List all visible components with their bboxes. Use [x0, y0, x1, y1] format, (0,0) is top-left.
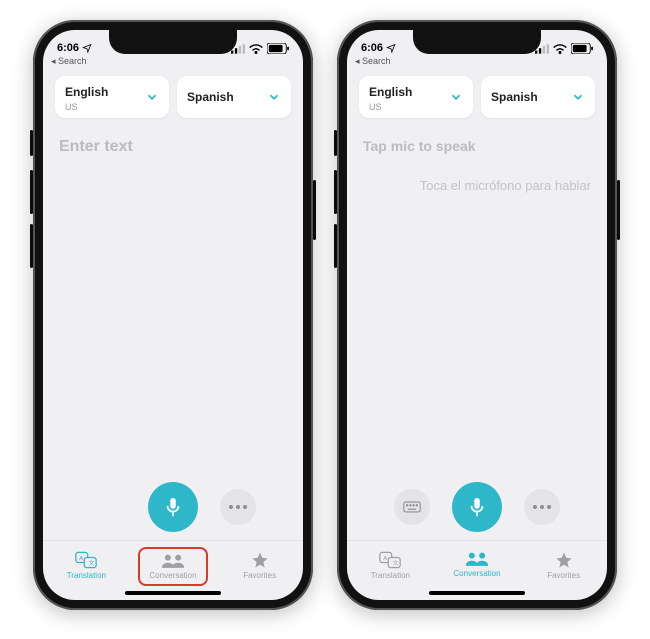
- notch: [109, 30, 237, 54]
- mic-icon: [466, 496, 488, 518]
- source-language-name: English: [65, 85, 108, 99]
- back-app-label: Search: [362, 56, 391, 66]
- source-language-name: English: [369, 85, 412, 99]
- source-language-selector[interactable]: English US: [359, 76, 473, 118]
- home-indicator[interactable]: [429, 591, 525, 595]
- language-selector-row: English US Spanish: [359, 76, 595, 118]
- text-input-placeholder[interactable]: Enter text: [55, 132, 291, 162]
- conversation-prompt-secondary: Toca el micrófono para hablar: [359, 178, 595, 193]
- mute-switch: [30, 130, 33, 156]
- tab-bar: A文 Translation Conversation Favorites: [347, 540, 607, 600]
- keyboard-icon: [403, 501, 421, 513]
- language-selector-row: English US Spanish: [55, 76, 291, 118]
- translation-icon: A文: [75, 551, 97, 569]
- target-language-selector[interactable]: Spanish: [481, 76, 595, 118]
- source-language-sub: US: [369, 102, 412, 112]
- chevron-down-icon: [267, 90, 281, 104]
- wifi-icon: [553, 44, 567, 54]
- battery-icon: [267, 43, 289, 54]
- ellipsis-icon: [229, 505, 247, 509]
- volume-down: [30, 224, 33, 268]
- tab-label: Translation: [67, 571, 106, 580]
- location-icon: [386, 43, 396, 53]
- mic-icon: [162, 496, 184, 518]
- volume-up: [334, 170, 337, 214]
- tab-label: Favorites: [547, 571, 580, 580]
- phone-frame-right: 6:06 ◂ Search English US: [337, 20, 617, 610]
- chevron-down-icon: [571, 90, 585, 104]
- mic-button[interactable]: [148, 482, 198, 532]
- tab-label: Favorites: [243, 571, 276, 580]
- back-to-app[interactable]: ◂ Search: [355, 56, 391, 67]
- volume-up: [30, 170, 33, 214]
- power-button: [313, 180, 316, 240]
- tab-favorites[interactable]: Favorites: [225, 547, 295, 584]
- status-time: 6:06: [361, 42, 383, 54]
- keyboard-button[interactable]: [394, 489, 430, 525]
- screen: 6:06 ◂ Search English US: [43, 30, 303, 600]
- chevron-left-icon: ◂: [51, 56, 56, 66]
- tab-label: Translation: [371, 571, 410, 580]
- target-language-name: Spanish: [187, 90, 234, 104]
- action-row: [55, 472, 291, 540]
- ellipsis-icon: [533, 505, 551, 509]
- tab-conversation[interactable]: Conversation: [442, 547, 512, 582]
- target-language-name: Spanish: [491, 90, 538, 104]
- svg-text:A: A: [80, 556, 84, 562]
- star-icon: [555, 551, 573, 569]
- tab-favorites[interactable]: Favorites: [529, 547, 599, 584]
- phone-frame-left: 6:06 ◂ Search English US: [33, 20, 313, 610]
- source-language-selector[interactable]: English US: [55, 76, 169, 118]
- tab-label: Conversation: [149, 571, 196, 580]
- tab-conversation[interactable]: Conversation: [138, 547, 208, 586]
- battery-icon: [571, 43, 593, 54]
- conversation-prompt-primary: Tap mic to speak: [359, 132, 595, 160]
- back-to-app[interactable]: ◂ Search: [51, 56, 87, 67]
- svg-text:文: 文: [89, 559, 95, 567]
- screen: 6:06 ◂ Search English US: [347, 30, 607, 600]
- mute-switch: [334, 130, 337, 156]
- tab-translation[interactable]: A文 Translation: [355, 547, 425, 584]
- svg-text:A: A: [384, 556, 388, 562]
- tab-label: Conversation: [453, 569, 500, 578]
- wifi-icon: [249, 44, 263, 54]
- power-button: [617, 180, 620, 240]
- tab-translation[interactable]: A文 Translation: [51, 547, 121, 584]
- action-row: [359, 472, 595, 540]
- home-indicator[interactable]: [125, 591, 221, 595]
- tab-bar: A文 Translation Conversation Favorites: [43, 540, 303, 600]
- location-icon: [82, 43, 92, 53]
- conversation-icon: [161, 553, 185, 569]
- source-language-sub: US: [65, 102, 108, 112]
- status-time: 6:06: [57, 42, 79, 54]
- mic-button[interactable]: [452, 482, 502, 532]
- conversation-icon: [465, 551, 489, 567]
- back-app-label: Search: [58, 56, 87, 66]
- chevron-down-icon: [145, 90, 159, 104]
- star-icon: [251, 551, 269, 569]
- chevron-down-icon: [449, 90, 463, 104]
- volume-down: [334, 224, 337, 268]
- more-button[interactable]: [524, 489, 560, 525]
- chevron-left-icon: ◂: [355, 56, 360, 66]
- target-language-selector[interactable]: Spanish: [177, 76, 291, 118]
- notch: [413, 30, 541, 54]
- svg-text:文: 文: [393, 559, 399, 567]
- more-button[interactable]: [220, 489, 256, 525]
- translation-icon: A文: [379, 551, 401, 569]
